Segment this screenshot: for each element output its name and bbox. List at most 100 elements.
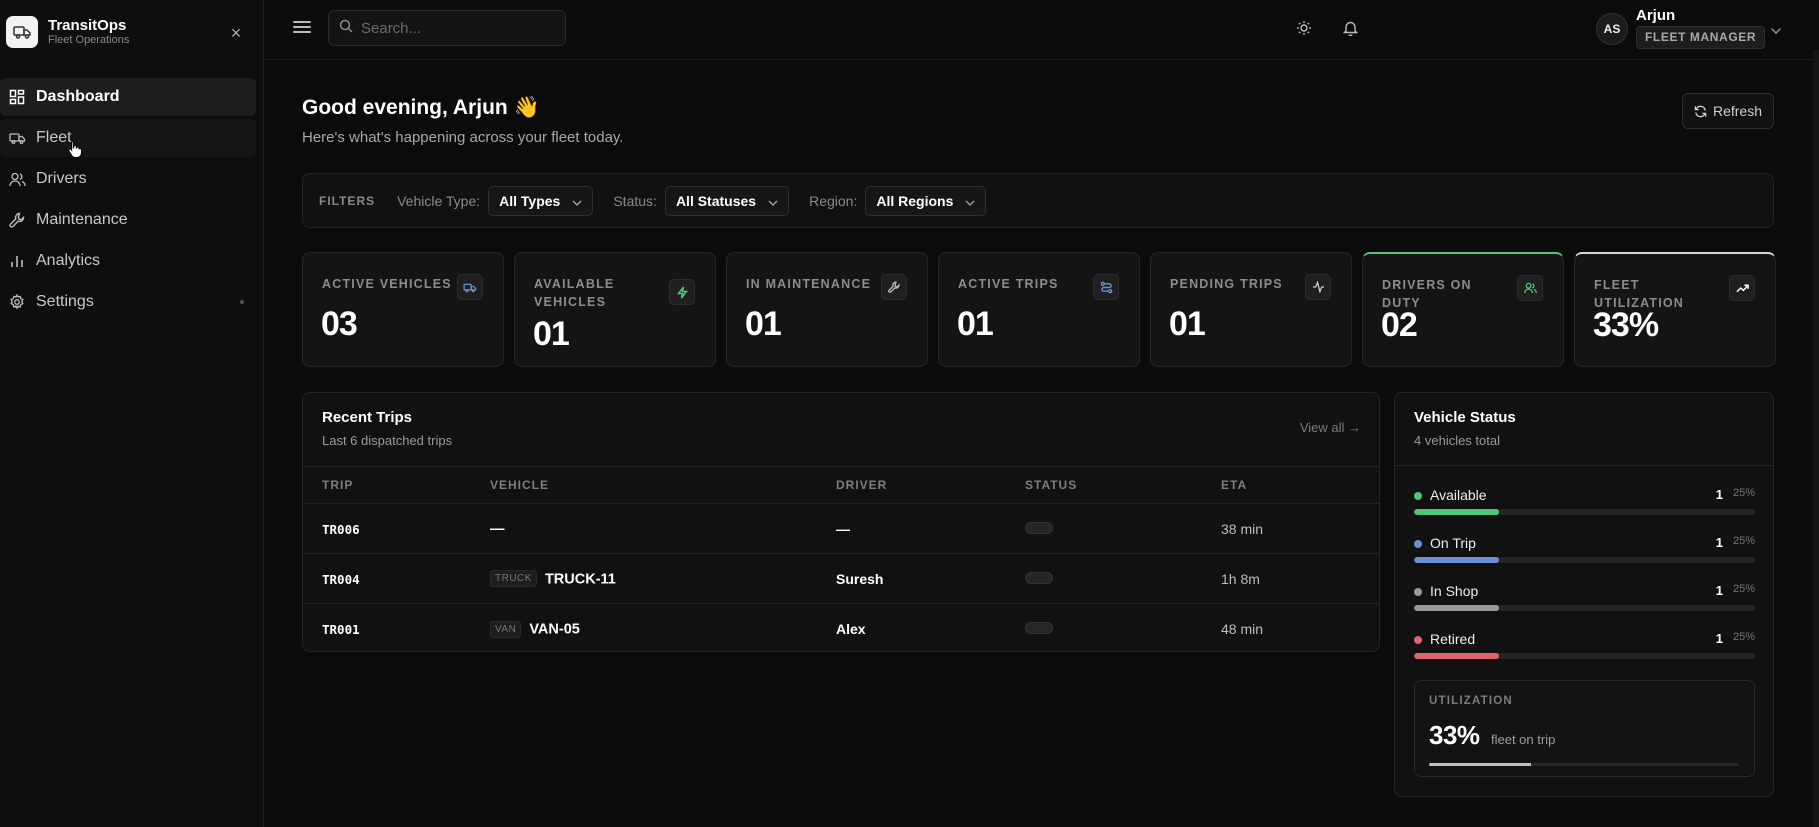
column-header-eta[interactable]: ETA	[1202, 466, 1379, 504]
progress-track	[1414, 653, 1755, 659]
status-row-in-shop: In Shop 1 25%	[1414, 583, 1755, 623]
stat-card-available-vehicles[interactable]: AVAILABLE VEHICLES 01	[514, 252, 716, 367]
status-dot	[1414, 492, 1422, 500]
sidebar-item-maintenance[interactable]: Maintenance	[0, 201, 256, 239]
stat-label: ACTIVE TRIPS	[958, 277, 1059, 291]
sun-icon[interactable]	[1294, 18, 1314, 38]
stat-value: 01	[1169, 305, 1206, 343]
vehicle-type-tag: VAN	[490, 620, 522, 638]
truck-icon	[457, 274, 483, 300]
brand[interactable]: TransitOps Fleet Operations	[6, 16, 129, 48]
stat-value: 01	[533, 315, 570, 353]
region-select[interactable]: All Regions	[865, 185, 987, 216]
avatar[interactable]: AS	[1596, 13, 1628, 45]
column-header-status[interactable]: STATUS	[1006, 466, 1202, 504]
stat-label: PENDING TRIPS	[1170, 277, 1283, 291]
refresh-label: Refresh	[1712, 103, 1763, 119]
close-sidebar-icon[interactable]: ×	[228, 24, 244, 42]
driver-name: Alex	[836, 620, 866, 637]
status-value: All Statuses	[675, 192, 757, 209]
gear-icon	[8, 293, 26, 311]
sidebar-item-drivers[interactable]: Drivers	[0, 160, 256, 198]
stat-value: 33%	[1593, 306, 1659, 344]
trips-table: TRIP VEHICLE DRIVER STATUS ETA TR006 — —…	[303, 466, 1379, 652]
utilization-label: UTILIZATION	[1429, 695, 1513, 707]
status-badge	[1025, 521, 1053, 534]
user-name: Arjun	[1636, 7, 1676, 24]
sidebar-item-analytics[interactable]: Analytics	[0, 242, 256, 280]
vehicle-plate: —	[490, 521, 505, 538]
top-bar: AS Arjun FLEET MANAGER	[264, 0, 1819, 60]
sidebar-item-dashboard[interactable]: Dashboard	[0, 78, 256, 116]
table-row[interactable]: TR001 VAN VAN-05 Alex 48 min	[303, 604, 1379, 652]
view-all-link[interactable]: View all →	[1300, 420, 1361, 435]
users-icon	[8, 170, 26, 188]
activity-icon	[1305, 274, 1331, 300]
progress-track	[1414, 557, 1755, 563]
table-row[interactable]: TR004 TRUCK TRUCK-11 Suresh 1h 8m	[303, 553, 1379, 604]
chevron-down-icon[interactable]	[1770, 22, 1782, 40]
stat-value: 03	[321, 305, 358, 343]
search-input[interactable]	[361, 19, 551, 37]
status-label: In Shop	[1430, 583, 1479, 599]
refresh-button[interactable]: Refresh	[1682, 93, 1774, 129]
hand-cursor-icon	[68, 140, 82, 163]
status-percent: 25%	[1732, 631, 1755, 643]
status-percent: 25%	[1732, 487, 1755, 499]
search-box[interactable]	[328, 10, 566, 46]
trip-eta: 48 min	[1221, 620, 1264, 637]
status-row-on-trip: On Trip 1 25%	[1414, 535, 1755, 575]
vehicle-type-tag: TRUCK	[490, 570, 537, 588]
scrollbar[interactable]	[1813, 50, 1819, 827]
vehicle-plate: VAN-05	[529, 621, 580, 638]
sidebar-item-label: Fleet	[36, 129, 72, 146]
stat-card-active-trips[interactable]: ACTIVE TRIPS 01	[938, 252, 1140, 367]
progress-fill	[1414, 653, 1500, 659]
page-subtitle: Here's what's happening across your flee…	[302, 129, 624, 146]
progress-track	[1414, 509, 1755, 515]
chevron-down-icon	[965, 193, 975, 209]
sidebar-item-label: Settings	[36, 293, 94, 310]
status-label: Status:	[613, 192, 657, 209]
vehicle-status-panel: Vehicle Status 4 vehicles total Availabl…	[1394, 392, 1774, 797]
stat-label: AVAILABLE VEHICLES	[534, 277, 615, 309]
status-count: 1	[1715, 487, 1723, 502]
stat-card-active-vehicles[interactable]: ACTIVE VEHICLES 03	[302, 252, 504, 367]
stat-card-in-maintenance[interactable]: IN MAINTENANCE 01	[726, 252, 928, 367]
column-header-vehicle[interactable]: VEHICLE	[471, 466, 817, 504]
users-icon	[1517, 275, 1543, 301]
status-count: 1	[1715, 583, 1723, 598]
status-select[interactable]: All Statuses	[664, 185, 790, 216]
brand-subtitle: Fleet Operations	[48, 34, 130, 46]
vehicle-type-value: All Types	[499, 192, 561, 209]
stat-card-pending-trips[interactable]: PENDING TRIPS 01	[1150, 252, 1352, 367]
bell-icon[interactable]	[1340, 18, 1360, 38]
table-row[interactable]: TR006 — — 38 min	[303, 503, 1379, 554]
status-dot	[1414, 588, 1422, 596]
bar-chart-icon	[8, 252, 26, 270]
truck-icon	[8, 129, 26, 147]
column-header-driver[interactable]: DRIVER	[817, 466, 1006, 504]
status-badge	[1025, 621, 1053, 634]
column-header-trip[interactable]: TRIP	[303, 466, 471, 504]
stat-card-drivers-on-duty[interactable]: DRIVERS ON DUTY 02	[1362, 252, 1564, 367]
status-percent: 25%	[1732, 583, 1755, 595]
status-row-retired: Retired 1 25%	[1414, 631, 1755, 671]
vehicle-type-select[interactable]: All Types	[488, 185, 594, 216]
status-badge	[1025, 571, 1053, 584]
menu-icon[interactable]	[292, 18, 312, 38]
status-label: Available	[1430, 487, 1487, 503]
status-label: Retired	[1430, 631, 1476, 647]
sidebar-item-fleet[interactable]: Fleet	[0, 119, 256, 157]
stat-card-fleet-utilization[interactable]: FLEET UTILIZATION 33%	[1574, 252, 1776, 367]
filters-bar: FILTERS Vehicle Type: All Types Status: …	[302, 173, 1774, 228]
progress-fill	[1414, 605, 1500, 611]
panel-subtitle: Last 6 dispatched trips	[322, 433, 453, 448]
utilization-box: UTILIZATION 33% fleet on trip	[1414, 680, 1755, 777]
vehicle-plate: TRUCK-11	[544, 570, 616, 587]
wrench-icon	[8, 211, 26, 229]
sidebar-item-settings[interactable]: Settings	[0, 283, 256, 321]
sidebar-item-label: Dashboard	[36, 88, 120, 105]
sidebar-nav: Dashboard Fleet Drivers Maintenance Anal…	[0, 78, 256, 324]
vehicle-type-label: Vehicle Type:	[397, 192, 481, 209]
